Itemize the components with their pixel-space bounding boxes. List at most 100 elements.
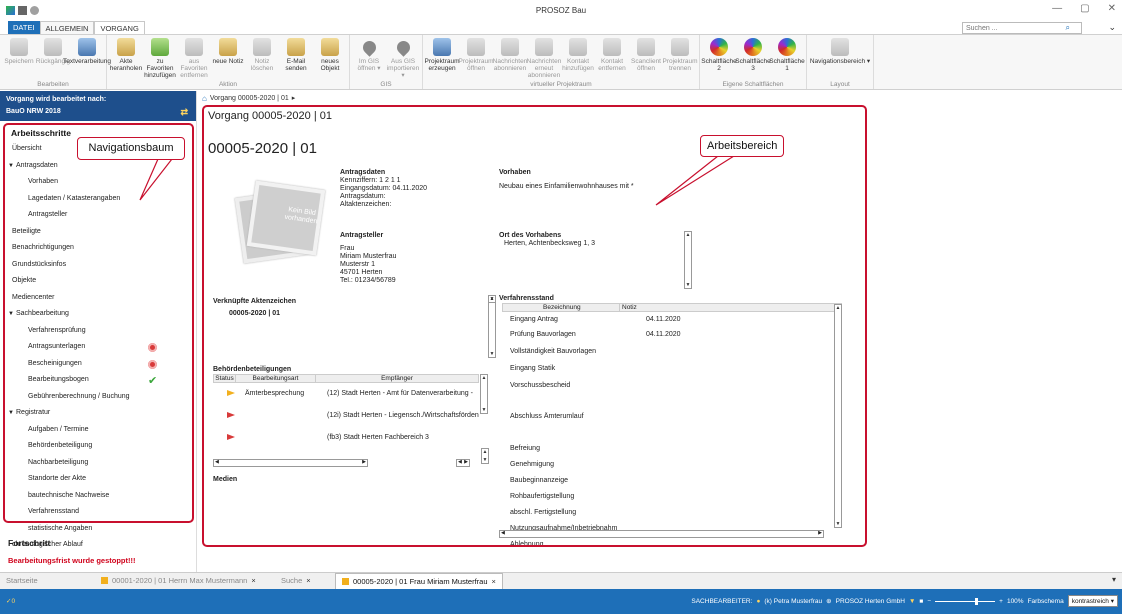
nav-item-nachbarbeteiligung[interactable]: Nachbarbeteiligung (5, 455, 192, 472)
ort-scrollbar[interactable] (684, 231, 692, 289)
button-label: E-Mail senden (285, 58, 307, 72)
cell-empfaenger: (fb3) Stadt Herten Fachbereich 3 (327, 434, 429, 441)
nav-item-aufgaben-termine[interactable]: Aufgaben / Termine (5, 422, 192, 439)
nav-item-label: Antragsdaten (16, 161, 58, 169)
chevron-down-icon[interactable]: ⌄ (1108, 22, 1116, 33)
zoom-out-button[interactable]: − (927, 598, 931, 605)
table-row[interactable]: Ämterbesprechung (12) Stadt Herten - Amt … (213, 383, 479, 405)
nav-item-grundstücksinfos[interactable]: Grundstücksinfos (5, 257, 192, 274)
tabs-overflow-icon[interactable]: ▾ (1112, 575, 1116, 584)
nav-item-objekte[interactable]: Objekte (5, 273, 192, 290)
expand-icon[interactable]: ▼ (8, 306, 16, 323)
minimize-button[interactable]: — (1052, 3, 1062, 14)
org-name[interactable]: PROSOZ Herten GmbH (836, 598, 905, 605)
document-tab[interactable]: 00001-2020 | 01 Herrn Max Mustermann × (95, 573, 275, 589)
table-row[interactable]: (12i) Stadt Herten - Liegensch./Wirtscha… (213, 405, 479, 427)
beteiligungen-vscroll-lower[interactable] (481, 448, 489, 464)
tab-vorgang[interactable]: VORGANG (94, 21, 145, 34)
column-empfaenger[interactable]: Empfänger (316, 375, 478, 382)
nav-item-antragsteller[interactable]: Antragsteller (5, 207, 192, 224)
verfahrensstand-scrollbar[interactable] (834, 304, 842, 528)
home-icon[interactable]: ⌂ (202, 94, 207, 103)
nav-item-label: Gebührenberechnung / Buchung (28, 392, 130, 400)
column-bezeichnung[interactable]: Bezeichnung (543, 304, 581, 312)
project-room-create-icon (433, 38, 451, 56)
verfahrensstand-item[interactable]: Befreiung (510, 445, 540, 452)
maximize-button[interactable]: ▢ (1080, 3, 1089, 14)
verfahrensstand-item[interactable]: Prüfung Bauvorlagen (510, 331, 576, 338)
antragsteller-ort: 45701 Herten (340, 269, 383, 276)
search-input[interactable] (962, 22, 1082, 34)
disconnect-icon (671, 38, 689, 56)
document-tab[interactable]: Startseite (0, 573, 95, 589)
tab-datei[interactable]: DATEI (8, 21, 40, 34)
filter-icon[interactable]: ▼ (909, 598, 915, 605)
close-icon[interactable]: × (251, 576, 255, 585)
table-row[interactable]: (fb3) Stadt Herten Fachbereich 3 (213, 427, 479, 449)
nav-item-sachbearbeitung[interactable]: ▼ Sachbearbeitung (5, 306, 192, 323)
beteiligungen-hscroll-right[interactable] (456, 459, 470, 467)
expand-icon[interactable]: ▼ (8, 405, 16, 422)
close-button[interactable]: ✕ (1108, 3, 1116, 14)
zoom-slider[interactable] (935, 597, 996, 605)
nav-item-label: Antragsteller (28, 211, 68, 218)
close-icon[interactable]: × (492, 577, 496, 586)
nav-item-behördenbeteiligung[interactable]: Behördenbeteiligung (5, 438, 192, 455)
beteiligungen-hscroll[interactable] (213, 459, 368, 467)
toggle-icon[interactable]: ⇄ (180, 107, 188, 118)
color-scheme-label: Farbschema (1027, 597, 1064, 605)
antragsdaten-title: Antragsdaten (340, 169, 386, 176)
nav-item-verfahrensstand[interactable]: Verfahrensstand (5, 504, 192, 521)
tab-allgemein[interactable]: ALLGEMEIN (39, 21, 95, 34)
column-notiz[interactable]: Notiz (619, 304, 637, 312)
zoom-in-button[interactable]: + (999, 598, 1003, 605)
document-tab[interactable]: 00005-2020 | 01 Frau Miriam Musterfrau × (335, 573, 503, 589)
aktenzeichen-scrollbar[interactable] (488, 296, 496, 358)
breadcrumb-item[interactable]: Vorgang 00005-2020 | 01 (210, 95, 289, 102)
nav-item-bearbeitungsbogen[interactable]: Bearbeitungsbogen ✔ (5, 372, 192, 389)
close-icon[interactable]: × (306, 576, 310, 585)
verfahrensstand-item[interactable]: Eingang Antrag (510, 316, 558, 323)
cell-empfaenger: (12i) Stadt Herten - Liegensch./Wirtscha… (327, 412, 479, 419)
nav-item-bautechnische-nachweise[interactable]: bautechnische Nachweise (5, 488, 192, 505)
verfahrensstand-item[interactable]: abschl. Fertigstellung (510, 509, 576, 516)
nav-item-registratur[interactable]: ▼ Registratur (5, 405, 192, 422)
nav-item-standorte-der-akte[interactable]: Standorte der Akte (5, 471, 192, 488)
color-scheme-select[interactable]: kontrastreich ▾ (1067, 595, 1118, 607)
document-tab[interactable]: Suche × (275, 573, 335, 589)
verfahrensstand-hscroll[interactable] (499, 530, 824, 538)
user-name[interactable]: (k) Petra Musterfrau (764, 598, 822, 605)
verfahrensstand-item[interactable]: Vollständigkeit Bauvorlagen (510, 348, 596, 355)
aktenzeichen-link[interactable]: 00005-2020 | 01 (229, 310, 280, 317)
nav-item-beteiligte[interactable]: Beteiligte (5, 224, 192, 241)
verfahrensstand-item[interactable]: Ablehnung (510, 541, 543, 545)
verfahrensstand-item[interactable]: Abschluss Ämterumlauf (510, 413, 584, 420)
verfahrensstand-item[interactable]: Rohbaufertigstellung (510, 493, 574, 500)
search-icon[interactable]: ⌕ (1066, 23, 1070, 33)
nav-item-benachrichtigungen[interactable]: Benachrichtigungen (5, 240, 192, 257)
verfahrensstand-item[interactable]: Baubeginnanzeige (510, 477, 568, 484)
beteiligungen-scrollbar[interactable] (480, 374, 488, 414)
column-status[interactable]: Status (214, 375, 236, 382)
flag-icon (227, 390, 235, 396)
nav-item-bescheinigungen[interactable]: Bescheinigungen (5, 356, 192, 373)
nav-item-gebührenberechnung-buchung[interactable]: Gebührenberechnung / Buchung (5, 389, 192, 406)
work-area: Vorgang 00005-2020 | 01 00005-2020 | 01 … (202, 105, 867, 547)
add-favorite-icon (151, 38, 169, 56)
button-label: neues Objekt (320, 58, 340, 72)
column-bearbeitungsart[interactable]: Bearbeitungsart (236, 375, 316, 382)
expand-icon[interactable]: ▼ (8, 158, 16, 175)
lock-icon[interactable]: ■ (919, 598, 923, 605)
no-image-placeholder[interactable]: Kein Bild vorhanden (229, 179, 326, 267)
nav-item-antragsunterlagen[interactable]: Antragsunterlagen (5, 339, 192, 356)
ruleset-value[interactable]: BauO NRW 2018 (6, 106, 190, 118)
nav-item-mediencenter[interactable]: Mediencenter (5, 290, 192, 307)
button-label: Scanclient öffnen (631, 58, 661, 72)
verfahrensstand-collapse[interactable] (488, 295, 496, 303)
verfahrensstand-item[interactable]: Vorschussbescheid (510, 382, 570, 389)
nav-item-verfahrensprüfung[interactable]: Verfahrensprüfung (5, 323, 192, 340)
verfahrensstand-item[interactable]: Eingang Statik (510, 365, 555, 372)
nav-item-statistische-angaben[interactable]: statistische Angaben (5, 521, 192, 538)
verfahrensstand-item[interactable]: Genehmigung (510, 461, 554, 468)
deadline-warning: Bearbeitungsfrist wurde gestoppt!!! (8, 556, 136, 565)
